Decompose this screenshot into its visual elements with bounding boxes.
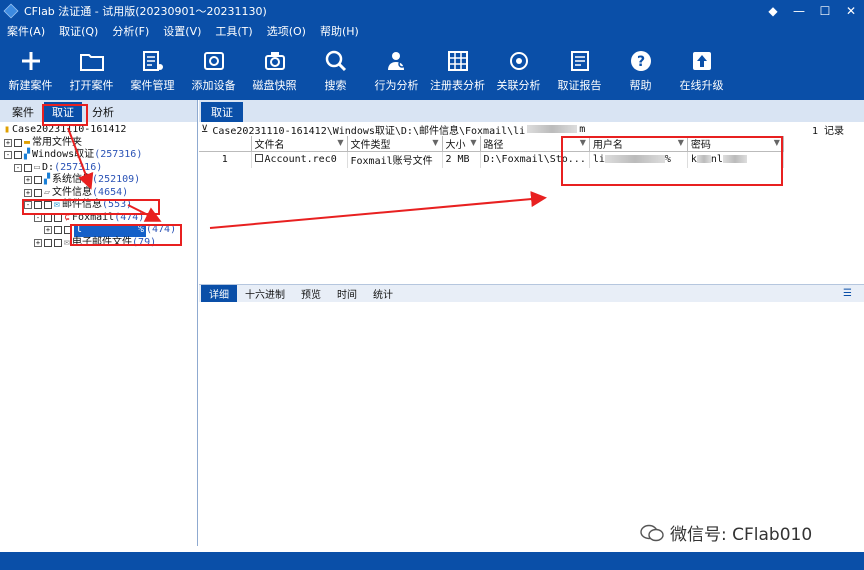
arrow-mail-to-account: [127, 204, 162, 222]
wechat-watermark: 微信号: CFlab010: [640, 520, 812, 545]
status-bar: [0, 552, 864, 570]
annotation-arrows: [67, 127, 547, 229]
wechat-icon: [640, 524, 664, 541]
arrow-account-to-credentials: [209, 191, 547, 229]
arrow-tab-to-mail: [67, 127, 94, 190]
